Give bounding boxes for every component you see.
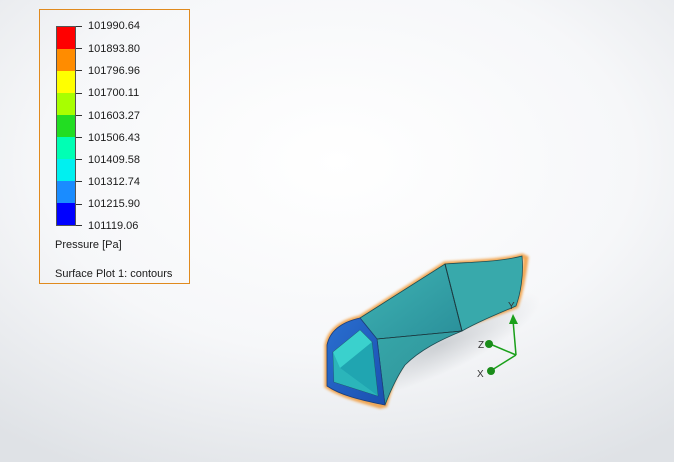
triad-z-cone-icon [485,340,493,348]
model-view[interactable]: Y X Z [0,0,674,462]
triad-x-cone-icon [487,367,495,375]
triad-y-label: Y [508,301,515,312]
graphics-viewport[interactable]: 101990.64 101893.80 101796.96 101700.11 … [0,0,674,462]
triad-x-label: X [477,369,484,380]
duct-face-top[interactable] [359,263,463,340]
triad-z-axis [489,343,517,356]
triad-x-axis [491,354,517,371]
triad-z-label: Z [478,340,484,351]
